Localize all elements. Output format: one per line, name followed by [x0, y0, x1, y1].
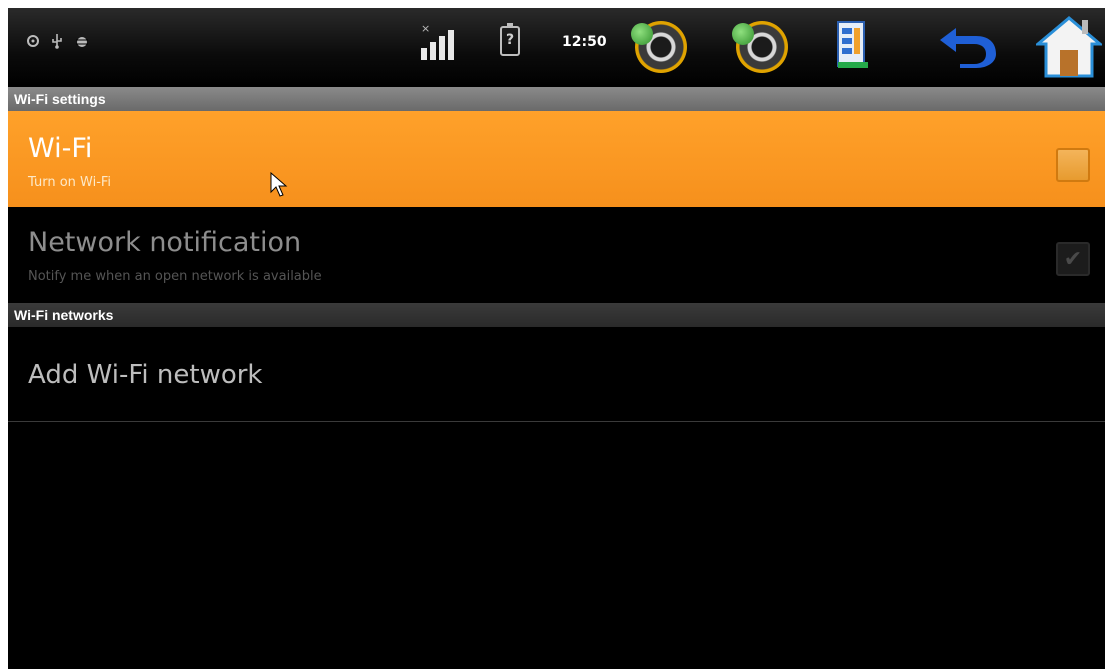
volume-up-icon[interactable]: [732, 21, 788, 73]
home-icon[interactable]: [1033, 14, 1105, 78]
wifi-title: Wi-Fi: [28, 133, 93, 164]
add-wifi-network-title: Add Wi-Fi network: [28, 360, 263, 390]
usb-icon: [50, 34, 64, 49]
section-header-wifi-settings: Wi-Fi settings: [8, 87, 1105, 111]
wifi-summary: Turn on Wi-Fi: [28, 175, 112, 190]
sync-icon: [26, 34, 40, 48]
network-notification-row[interactable]: Network notification Notify me when an o…: [8, 207, 1105, 303]
battery-text: ?: [505, 32, 515, 48]
wifi-toggle-row[interactable]: Wi-Fi Turn on Wi-Fi: [8, 111, 1105, 207]
network-notification-checkbox[interactable]: ✔: [1056, 242, 1090, 276]
network-notification-summary: Notify me when an open network is availa…: [28, 269, 322, 284]
clock: 12:50: [562, 34, 607, 50]
checkmark-icon: ✔: [1063, 247, 1083, 272]
status-bar: × ? 12:50: [8, 8, 1105, 86]
back-icon[interactable]: [938, 24, 998, 68]
volume-down-icon[interactable]: [631, 21, 687, 73]
debug-icon: [74, 34, 88, 48]
battery-unknown-icon: ?: [500, 23, 520, 56]
section-header-wifi-networks: Wi-Fi networks: [8, 303, 1105, 327]
menu-icon[interactable]: [836, 20, 870, 72]
network-notification-title: Network notification: [28, 227, 302, 258]
signal-icon: ×: [421, 22, 455, 60]
android-screen: × ? 12:50 Wi-Fi settings Wi-Fi Turn on W…: [8, 8, 1105, 669]
add-wifi-network-row[interactable]: Add Wi-Fi network: [8, 327, 1105, 422]
mouse-cursor-icon: [270, 171, 288, 198]
wifi-checkbox[interactable]: [1056, 148, 1090, 182]
notification-icons: [26, 34, 88, 49]
